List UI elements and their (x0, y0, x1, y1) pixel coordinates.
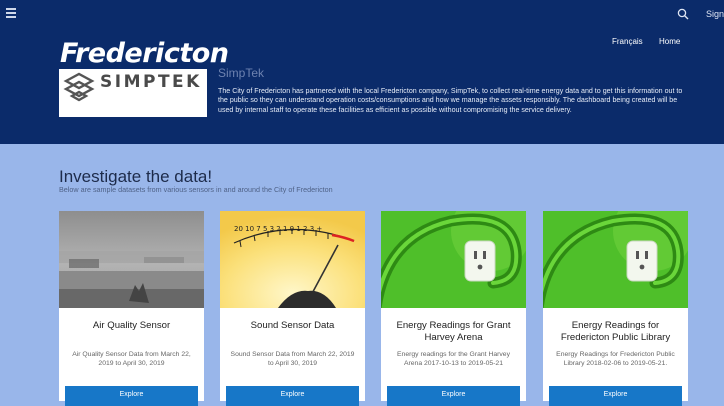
search-icon[interactable] (677, 8, 689, 20)
dataset-card-grant-harvey[interactable]: Energy Readings for Grant Harvey Arena E… (381, 211, 526, 406)
nav-french-link[interactable]: Français (612, 37, 643, 46)
power-plug-photo (543, 211, 688, 308)
meter-scale-labels: 20 10 7 5 3 2 1 0 1 2 3 + (234, 225, 322, 233)
explore-button[interactable]: Explore (387, 386, 520, 406)
foggy-lake-photo (59, 211, 204, 308)
card-title: Sound Sensor Data (250, 320, 335, 331)
simptek-logo: SIMPTEK (59, 69, 207, 117)
dataset-card-sound[interactable]: 20 10 7 5 3 2 1 0 1 2 3 + Sound Sensor D… (220, 211, 365, 406)
card-description: Sound Sensor Data from March 22, 2019 to… (230, 351, 355, 367)
dataset-card-air-quality[interactable]: Air Quality Sensor Air Quality Sensor Da… (59, 211, 204, 406)
card-title: Energy Readings for Fredericton Public L… (560, 320, 671, 343)
explore-button[interactable]: Explore (226, 386, 359, 406)
power-plug-photo (381, 211, 526, 308)
simptek-wordmark: SIMPTEK (100, 72, 202, 92)
simptek-mark-icon (63, 72, 95, 102)
card-description: Energy Readings for Fredericton Public L… (556, 351, 675, 367)
card-description: Air Quality Sensor Data from March 22, 2… (72, 351, 191, 367)
vu-meter-photo: 20 10 7 5 3 2 1 0 1 2 3 + (220, 211, 365, 308)
dataset-card-public-library[interactable]: Energy Readings for Fredericton Public L… (543, 211, 688, 406)
section-subtitle: Below are sample datasets from various s… (59, 185, 333, 194)
partner-description: The City of Fredericton has partnered wi… (218, 87, 683, 114)
site-header: Sign Fredericton Français Home SimpTek S… (0, 0, 724, 144)
hamburger-menu-icon[interactable] (6, 8, 16, 18)
explore-button[interactable]: Explore (549, 386, 682, 406)
card-description: Energy readings for the Grant Harvey Are… (397, 351, 510, 367)
card-title: Air Quality Sensor (92, 320, 171, 331)
fredericton-logo[interactable]: Fredericton (60, 38, 229, 69)
partner-title: SimpTek (218, 66, 265, 80)
nav-home-link[interactable]: Home (659, 37, 680, 46)
section-title: Investigate the data! (59, 167, 213, 186)
card-title: Energy Readings for Grant Harvey Arena (396, 320, 511, 343)
explore-button[interactable]: Explore (65, 386, 198, 406)
sign-in-link[interactable]: Sign (706, 9, 724, 19)
